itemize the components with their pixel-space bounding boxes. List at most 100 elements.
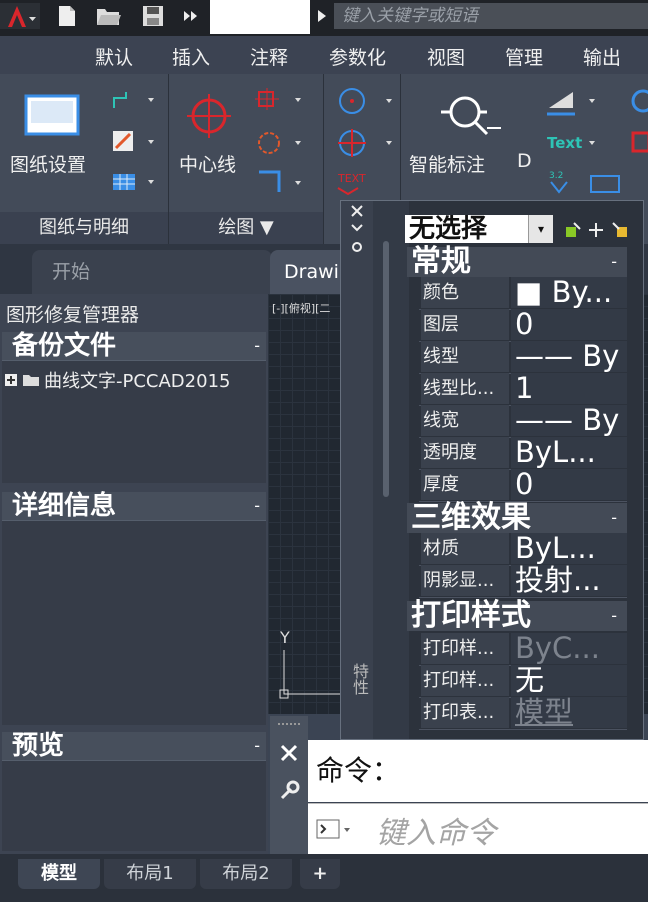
tab-output[interactable]: 输出 [583,43,621,70]
centerline-icon[interactable] [185,92,233,144]
tab-view[interactable]: 视图 [427,43,465,70]
backup-files-header[interactable]: 备份文件 - [2,332,266,360]
palette-settings-icon[interactable] [351,241,363,253]
category-general[interactable]: 常规 - [407,247,627,277]
property-value[interactable]: 0 [511,469,627,500]
customize-wrench-icon[interactable] [278,780,300,802]
tab-annotate[interactable]: 注释 [250,43,288,70]
property-row[interactable]: 图层 0 [419,309,627,342]
new-file-icon[interactable] [52,3,82,29]
tab-insert[interactable]: 插入 [172,43,210,70]
expand-arrow-icon[interactable] [312,3,332,29]
overflow-icon-2[interactable] [625,128,648,162]
property-row[interactable]: 透明度 ByL... [419,437,627,470]
open-file-icon[interactable] [94,3,124,29]
tab-layout1[interactable]: 布局1 [104,859,196,889]
overflow-icon-1[interactable] [625,86,648,120]
property-value[interactable]: 投射... [511,565,627,596]
leader-icon[interactable] [545,86,599,120]
add-layout-button[interactable]: + [300,859,340,889]
property-value[interactable]: —— By [511,405,627,436]
quick-access-toolbar: 键入关键字或短语 [0,0,648,36]
arc-tool-icon[interactable] [255,168,305,202]
property-key: 打印样... [421,665,509,696]
tab-model[interactable]: 模型 [18,859,100,889]
dimension-tool-icon[interactable]: 3.2 [547,168,627,202]
property-row[interactable]: 线型比... 1 [419,373,627,406]
property-value[interactable]: 0 [511,309,627,340]
property-row[interactable]: 阴影显... 投射... [419,565,627,598]
property-key: 打印样... [421,633,509,664]
sheet-setup-label[interactable]: 图纸设置 [10,150,86,177]
property-value[interactable]: 1 [511,373,627,404]
table-icon[interactable] [110,168,156,200]
panel-footer-sheet[interactable]: 图纸与明细 [0,212,168,244]
application-menu-button[interactable] [0,3,40,29]
select-objects-icon[interactable] [587,221,605,239]
minimize-icon[interactable]: - [254,492,260,520]
text-style-icon[interactable]: TEXT [336,170,394,200]
file-title-field[interactable] [210,0,310,34]
quick-select-icon[interactable] [611,221,629,239]
tab-default[interactable]: 默认 [95,43,133,70]
smart-dimension-icon[interactable] [441,90,501,144]
smart-dimension-label[interactable]: 智能标注 [409,150,485,177]
circle-center-icon[interactable] [336,86,394,120]
category-plot-style[interactable]: 打印样式 - [407,601,627,631]
text-icon[interactable]: Text [545,130,599,160]
property-row[interactable]: 颜色 ■ By... [419,277,627,310]
scrollbar-thumb[interactable] [383,241,389,497]
viewport-controls-label[interactable]: [-][俯视][二 [272,300,330,316]
toggle-pickadd-icon[interactable] [563,221,583,239]
backup-file-item[interactable]: 曲线文字-PCCAD2015 [4,367,230,393]
close-icon[interactable] [280,744,298,762]
minimize-icon[interactable]: - [254,332,260,360]
preview-header[interactable]: 预览 - [2,732,266,760]
property-row[interactable]: 厚度 0 [419,469,627,502]
target-icon[interactable] [336,128,394,162]
command-prompt-icon[interactable] [316,818,356,840]
centerline-label[interactable]: 中心线 [179,150,236,177]
dropdown-arrow-icon[interactable]: ▾ [528,215,553,243]
expand-plus-icon[interactable] [4,373,18,387]
property-row[interactable]: 线型 —— By [419,341,627,374]
search-input[interactable]: 键入关键字或短语 [334,3,648,29]
properties-titlebar[interactable]: 特性 [341,201,373,739]
property-row[interactable]: 打印表... 模型 [419,697,627,730]
save-icon[interactable] [138,3,168,29]
property-row[interactable]: 材质 ByL... [419,533,627,566]
minimize-icon[interactable]: - [254,732,260,760]
property-value[interactable]: ByL... [511,437,627,468]
details-header[interactable]: 详细信息 - [2,492,266,520]
command-history: 命令： [308,740,648,802]
rectangle-tool-icon[interactable] [255,86,305,118]
category-3d-effects[interactable]: 三维效果 - [407,503,627,533]
property-value[interactable]: 无 [511,665,627,696]
grip-icon[interactable] [278,722,300,726]
property-value[interactable]: ByL... [511,533,627,564]
category-general-title: 常规 [411,244,471,279]
panel-footer-draw[interactable]: 绘图 ▼ [169,212,323,244]
polyline-icon[interactable] [110,88,156,118]
property-row[interactable]: 线宽 —— By [419,405,627,438]
more-tools-icon[interactable] [176,3,206,29]
selection-dropdown[interactable]: 无选择 ▾ [405,215,553,243]
minimize-icon[interactable]: - [611,601,617,631]
tab-manage[interactable]: 管理 [505,43,543,70]
minimize-icon[interactable]: - [611,503,617,533]
property-value[interactable]: —— By [511,341,627,372]
auto-hide-icon[interactable] [351,223,363,233]
tab-parametric[interactable]: 参数化 [329,43,386,70]
tab-start[interactable]: 开始 [32,250,272,294]
tab-layout2[interactable]: 布局2 [200,859,292,889]
command-input[interactable]: 键入命令 [308,803,648,854]
edit-attribute-icon[interactable] [110,128,156,160]
property-value[interactable]: ■ By... [511,277,627,308]
properties-palette: 特性 无选择 ▾ 常规 - 颜色 ■ By... 图层 0 线型 —— By 线型比...… [340,200,644,740]
minimize-icon[interactable]: - [611,247,617,277]
property-row[interactable]: 打印样... ByC... [419,633,627,666]
circle-tool-icon[interactable] [255,128,305,162]
sheet-setup-icon[interactable] [24,94,80,140]
property-row[interactable]: 打印样... 无 [419,665,627,698]
close-icon[interactable] [351,205,363,217]
